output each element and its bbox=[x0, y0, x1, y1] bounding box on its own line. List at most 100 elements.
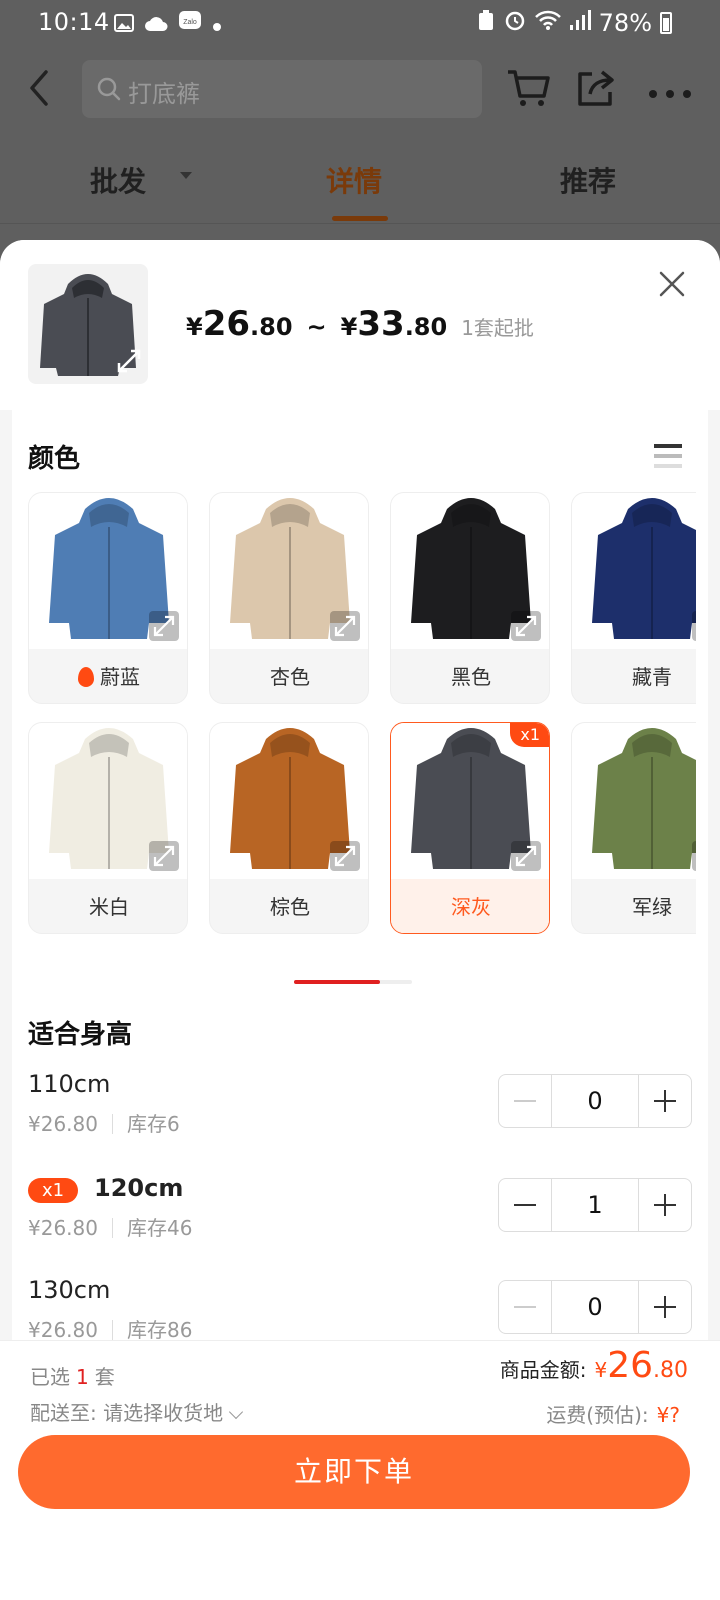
price-min-int: 26 bbox=[202, 304, 251, 344]
search-bar[interactable]: 打底裤 bbox=[82, 60, 482, 118]
back-button[interactable] bbox=[26, 68, 56, 108]
quantity-value[interactable]: 1 bbox=[551, 1179, 639, 1231]
dot-icon bbox=[212, 10, 222, 38]
swatch-name: 棕色 bbox=[270, 895, 310, 919]
expand-icon[interactable] bbox=[692, 841, 696, 871]
swatch-label: 黑色 bbox=[391, 649, 549, 703]
total-int: 26 bbox=[607, 1345, 653, 1386]
size-price: ¥26.80 bbox=[28, 1112, 98, 1136]
expand-icon[interactable] bbox=[149, 841, 179, 871]
size-price: ¥26.80 bbox=[28, 1318, 98, 1342]
notification-icons: Zalo bbox=[114, 10, 222, 38]
status-time: 10:14 bbox=[38, 8, 110, 36]
expand-icon[interactable] bbox=[692, 611, 696, 641]
ship-label: 配送至: bbox=[30, 1401, 97, 1425]
size-meta: ¥26.80 库存6 bbox=[28, 1108, 180, 1137]
cart-icon[interactable] bbox=[506, 68, 550, 112]
list-view-icon[interactable] bbox=[654, 444, 682, 474]
minus-icon bbox=[514, 1306, 536, 1308]
swatch-label: 棕色 bbox=[210, 879, 368, 933]
swatch-label: 杏色 bbox=[210, 649, 368, 703]
sheet-header: ¥ 26 .80 ~ ¥ 33 .80 1套起批 bbox=[0, 240, 720, 410]
product-thumbnail[interactable] bbox=[28, 264, 148, 384]
cloud-icon bbox=[144, 10, 168, 38]
swatch-label: 军绿 bbox=[572, 879, 696, 933]
increment-button[interactable] bbox=[639, 1179, 691, 1231]
expand-icon[interactable] bbox=[330, 611, 360, 641]
signal-icon bbox=[569, 9, 591, 37]
size-row-120: x1 120cm ¥26.80 库存46 1 bbox=[28, 1174, 692, 1254]
svg-text:Zalo: Zalo bbox=[183, 19, 197, 26]
order-now-button[interactable]: 立即下单 bbox=[18, 1435, 690, 1509]
plus-icon bbox=[654, 1090, 676, 1112]
quantity-value[interactable]: 0 bbox=[551, 1281, 639, 1333]
size-stock: 库存6 bbox=[126, 1112, 180, 1136]
quantity-stepper: 1 bbox=[498, 1178, 692, 1232]
expand-icon[interactable] bbox=[511, 611, 541, 641]
decrement-button[interactable] bbox=[499, 1075, 551, 1127]
chevron-down-icon[interactable] bbox=[180, 172, 192, 179]
ship-to[interactable]: 配送至: 请选择收货地 bbox=[30, 1397, 244, 1426]
size-label: 110cm bbox=[28, 1070, 111, 1098]
color-swatch[interactable]: 黑色 bbox=[390, 492, 550, 704]
color-swatch[interactable]: 深灰 x1 bbox=[390, 722, 550, 934]
swatch-label: 深灰 bbox=[391, 879, 549, 933]
expand-icon[interactable] bbox=[149, 611, 179, 641]
size-label: 130cm bbox=[28, 1276, 111, 1304]
swatch-label: 蔚蓝 bbox=[29, 649, 187, 703]
header: 打底裤 bbox=[0, 50, 720, 130]
tab-details[interactable]: 详情 bbox=[326, 160, 382, 200]
price-min-currency: ¥ bbox=[186, 313, 203, 341]
status-bar: 10:14 Zalo 78% bbox=[0, 0, 720, 46]
price-min-dec: .80 bbox=[250, 313, 293, 341]
swatch-label: 藏青 bbox=[572, 649, 696, 703]
selected-count: 已选 1 套 bbox=[30, 1361, 115, 1390]
color-swatch[interactable]: 米白 bbox=[28, 722, 188, 934]
selected-number: 1 bbox=[76, 1365, 89, 1389]
share-icon[interactable] bbox=[576, 68, 616, 112]
plus-icon bbox=[654, 1296, 676, 1318]
battery-text: 78% bbox=[598, 9, 652, 37]
tab-wholesale[interactable]: 批发 bbox=[90, 160, 146, 200]
increment-button[interactable] bbox=[639, 1075, 691, 1127]
swatch-name: 米白 bbox=[89, 895, 129, 919]
decrement-button[interactable] bbox=[499, 1281, 551, 1333]
decrement-button[interactable] bbox=[499, 1179, 551, 1231]
plus-icon bbox=[654, 1194, 676, 1216]
color-swatch[interactable]: 棕色 bbox=[209, 722, 369, 934]
swatch-image bbox=[572, 723, 696, 879]
increment-button[interactable] bbox=[639, 1281, 691, 1333]
price-range: ¥ 26 .80 ~ ¥ 33 .80 1套起批 bbox=[186, 304, 534, 344]
more-icon[interactable] bbox=[648, 84, 692, 103]
close-button[interactable] bbox=[658, 270, 686, 302]
size-label: 120cm bbox=[94, 1174, 184, 1202]
swatch-name: 黑色 bbox=[451, 665, 491, 689]
price-max-dec: .80 bbox=[404, 313, 448, 341]
swatch-name: 杏色 bbox=[270, 665, 310, 689]
freight-value: ¥? bbox=[656, 1403, 680, 1427]
color-swatch[interactable]: 蔚蓝 bbox=[28, 492, 188, 704]
size-meta: ¥26.80 库存46 bbox=[28, 1212, 192, 1241]
zalo-icon: Zalo bbox=[178, 10, 202, 38]
order-summary: 已选 1 套 配送至: 请选择收货地 商品金额: ¥26.80 运费(预估): ¥? 立… bbox=[0, 1340, 720, 1600]
recycle-icon bbox=[477, 9, 495, 37]
swatch-pager bbox=[294, 980, 412, 984]
color-swatch[interactable]: 藏青 bbox=[571, 492, 696, 704]
freight-label: 运费(预估): bbox=[546, 1403, 649, 1427]
size-row-110: 110cm ¥26.80 库存6 0 bbox=[28, 1070, 692, 1150]
swatch-label: 米白 bbox=[29, 879, 187, 933]
expand-icon[interactable] bbox=[511, 841, 541, 871]
color-swatch[interactable]: 杏色 bbox=[209, 492, 369, 704]
expand-icon[interactable] bbox=[330, 841, 360, 871]
image-icon bbox=[114, 10, 134, 38]
price-separator: ~ bbox=[306, 313, 327, 341]
color-swatch[interactable]: 军绿 bbox=[571, 722, 696, 934]
size-price: ¥26.80 bbox=[28, 1216, 98, 1240]
min-order-qty: 1套起批 bbox=[461, 316, 534, 340]
total-label: 商品金额: bbox=[499, 1358, 587, 1382]
tab-recommend[interactable]: 推荐 bbox=[560, 160, 616, 200]
swatch-name: 深灰 bbox=[451, 895, 491, 919]
wifi-icon bbox=[534, 9, 561, 37]
expand-icon[interactable] bbox=[116, 348, 142, 378]
quantity-value[interactable]: 0 bbox=[551, 1075, 639, 1127]
